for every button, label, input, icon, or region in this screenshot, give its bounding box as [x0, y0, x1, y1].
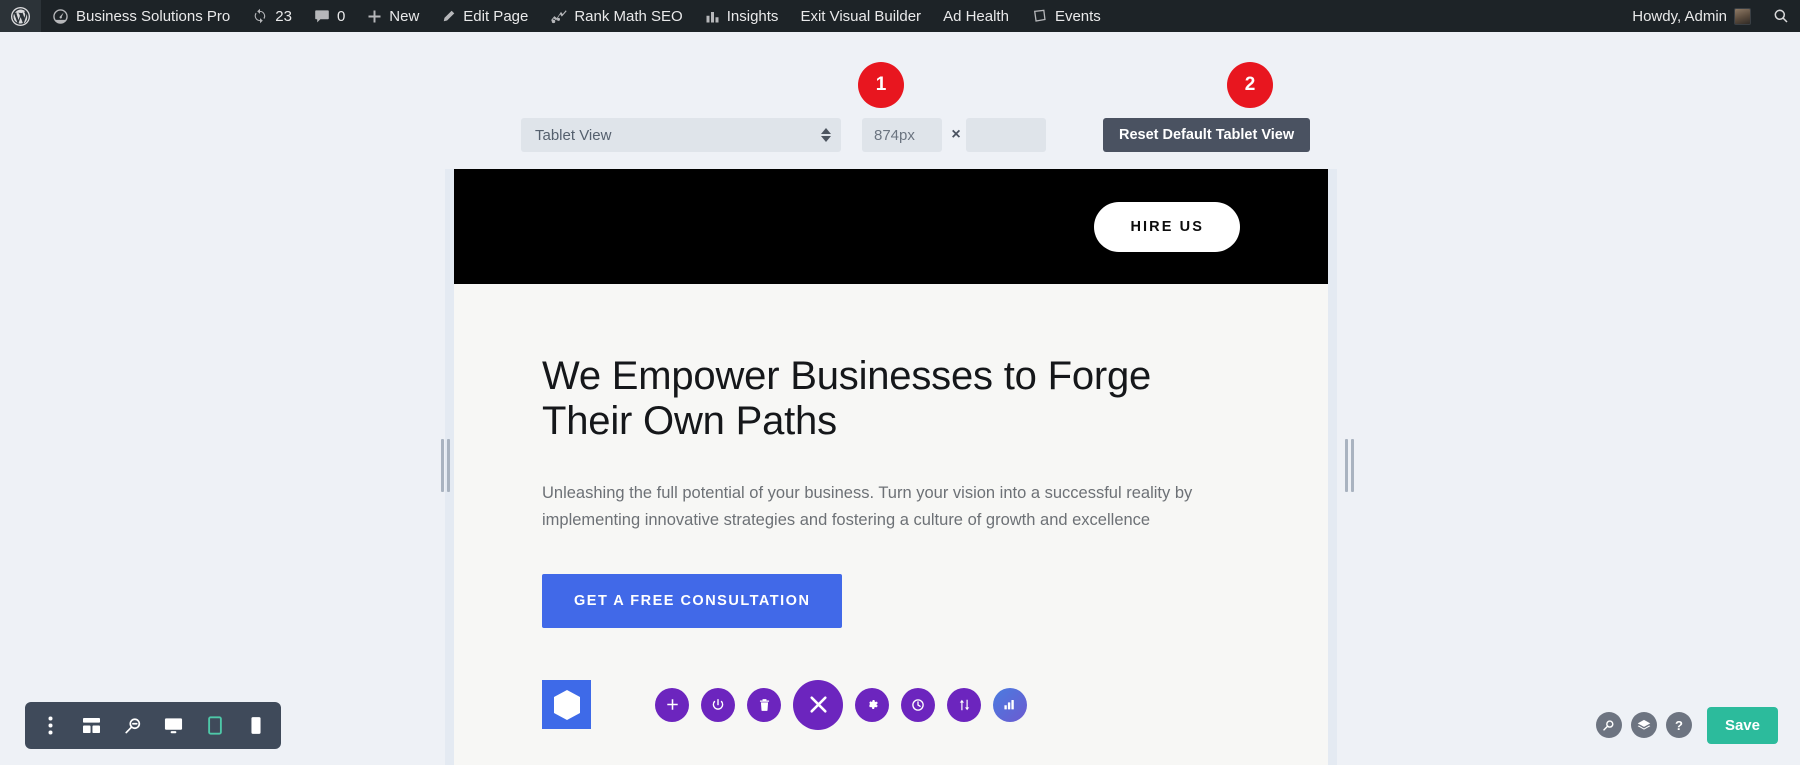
updates-menu[interactable]: 23	[241, 0, 303, 32]
avatar	[1734, 7, 1751, 25]
hero-heading: We Empower Businesses to Forge Their Own…	[542, 354, 1152, 444]
events-label: Events	[1054, 7, 1101, 25]
edit-page-label: Edit Page	[463, 7, 529, 25]
howdy-label: Howdy, Admin	[1632, 7, 1727, 25]
more-options-icon[interactable]	[33, 707, 68, 745]
wireframe-icon[interactable]	[74, 707, 109, 745]
exit-visual-builder-label: Exit Visual Builder	[800, 7, 922, 25]
close-x-icon[interactable]	[793, 679, 843, 730]
step-badge-1: 1	[858, 62, 904, 108]
pencil-icon	[441, 9, 456, 24]
power-icon[interactable]	[701, 687, 735, 722]
reset-default-tablet-view-button[interactable]: Reset Default Tablet View	[1103, 118, 1311, 152]
frame-edge-right	[1328, 169, 1337, 765]
edit-page-menu[interactable]: Edit Page	[430, 0, 539, 32]
bar-chart-icon	[705, 9, 720, 24]
gear-icon[interactable]	[855, 687, 889, 722]
ad-health-menu[interactable]: Ad Health	[932, 0, 1020, 32]
wp-logo-menu[interactable]	[0, 0, 41, 32]
save-button[interactable]: Save	[1706, 706, 1778, 744]
insights-label: Insights	[726, 7, 779, 25]
tablet-view-icon[interactable]	[197, 707, 232, 745]
view-mode-selected-label: Tablet View	[535, 126, 612, 144]
updates-icon	[252, 8, 268, 24]
events-icon	[1031, 8, 1048, 24]
dashboard-icon	[52, 8, 69, 25]
clock-icon[interactable]	[901, 687, 935, 722]
updates-count: 23	[275, 7, 292, 25]
hire-us-button[interactable]: HIRE US	[1094, 201, 1240, 252]
wp-admin-bar: Business Solutions Pro 23 0 New Edit Pag…	[0, 0, 1800, 32]
view-mode-select[interactable]: Tablet View	[521, 118, 841, 152]
dimension-separator: ×	[951, 126, 961, 143]
module-action-buttons	[655, 679, 1027, 730]
icon-row	[542, 679, 1328, 730]
exit-visual-builder-menu[interactable]: Exit Visual Builder	[789, 0, 932, 32]
rank-math-menu[interactable]: Rank Math SEO	[539, 0, 693, 32]
site-header: HIRE US	[454, 169, 1328, 284]
search-icon[interactable]	[1595, 712, 1622, 738]
responsive-view-toolbar: Tablet View × Reset Default Tablet View	[0, 118, 1800, 152]
viewport-width-input[interactable]	[862, 118, 942, 152]
comments-count: 0	[336, 7, 346, 25]
insights-menu[interactable]: Insights	[694, 0, 790, 32]
get-free-consultation-button[interactable]: GET A FREE CONSULTATION	[542, 573, 843, 628]
plus-icon	[367, 9, 382, 24]
my-account-menu[interactable]: Howdy, Admin	[1621, 0, 1762, 32]
rankmath-icon	[550, 9, 567, 24]
events-menu[interactable]: Events	[1020, 0, 1112, 32]
comments-menu[interactable]: 0	[303, 0, 356, 32]
sort-arrows-icon[interactable]	[947, 687, 981, 722]
ad-health-label: Ad Health	[943, 7, 1009, 25]
resize-handle-right[interactable]	[1343, 437, 1356, 494]
zoom-out-icon[interactable]	[115, 707, 150, 745]
new-label: New	[389, 7, 420, 25]
chart-icon[interactable]	[993, 687, 1027, 722]
hero-section: We Empower Businesses to Forge Their Own…	[454, 284, 1328, 730]
chevron-updown-icon	[821, 128, 831, 142]
hero-paragraph: Unleashing the full potential of your bu…	[542, 484, 1193, 530]
adminbar-right: Howdy, Admin	[1621, 0, 1800, 32]
step-badge-2: 2	[1227, 62, 1273, 108]
visual-builder-toolbar	[25, 702, 281, 749]
comments-icon	[314, 8, 330, 24]
wordpress-logo-icon	[11, 6, 30, 26]
desktop-view-icon[interactable]	[156, 707, 191, 745]
layers-icon[interactable]	[1630, 712, 1657, 738]
new-content-menu[interactable]: New	[356, 0, 430, 32]
plus-icon[interactable]	[655, 687, 689, 722]
site-name-label: Business Solutions Pro	[76, 7, 231, 25]
resize-handle-left[interactable]	[439, 437, 452, 494]
help-icon[interactable]: ?	[1665, 712, 1692, 738]
preview-viewport: HIRE US We Empower Businesses to Forge T…	[454, 169, 1328, 765]
trash-icon[interactable]	[747, 687, 781, 722]
search-icon	[1773, 8, 1789, 24]
rank-math-label: Rank Math SEO	[574, 7, 683, 25]
adminbar-search-button[interactable]	[1762, 0, 1800, 32]
viewport-height-input[interactable]	[966, 118, 1046, 152]
builder-bottom-right-controls: ? Save	[1595, 702, 1778, 748]
hexagon-logo-icon	[542, 680, 591, 730]
phone-view-icon[interactable]	[238, 707, 273, 745]
site-name-menu[interactable]: Business Solutions Pro	[41, 0, 241, 32]
